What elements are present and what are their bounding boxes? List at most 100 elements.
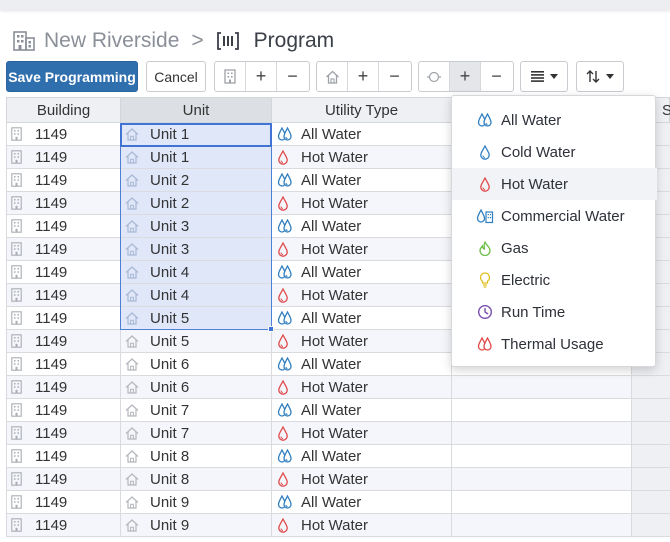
cell-next[interactable] — [632, 514, 670, 536]
hot-water-icon — [277, 149, 293, 165]
cell-unit[interactable]: Unit 4 — [121, 284, 272, 306]
sort-dropdown[interactable] — [576, 61, 624, 92]
cell-building[interactable]: 1149 — [6, 169, 121, 191]
menu-item-label: Commercial Water — [501, 207, 625, 225]
cell-utility-text: Hot Water — [301, 194, 368, 212]
add-building-button[interactable]: + — [246, 62, 277, 91]
cell-building[interactable]: 1149 — [6, 215, 121, 237]
home-icon — [125, 380, 141, 394]
cell-building[interactable]: 1149 — [6, 399, 121, 421]
cell-building[interactable]: 1149 — [6, 238, 121, 260]
cell-building[interactable]: 1149 — [6, 146, 121, 168]
cell-unit[interactable]: Unit 2 — [121, 192, 272, 214]
cell-building[interactable]: 1149 — [6, 330, 121, 352]
cell-unit[interactable]: Unit 8 — [121, 445, 272, 467]
cell-building[interactable]: 1149 — [6, 307, 121, 329]
cell-utility-type[interactable]: All Water — [272, 123, 452, 145]
cell-blank[interactable] — [452, 468, 632, 490]
menu-item-all-water[interactable]: All Water — [452, 104, 657, 136]
cell-utility-type[interactable]: Hot Water — [272, 468, 452, 490]
cell-utility-type[interactable]: All Water — [272, 353, 452, 375]
cell-building[interactable]: 1149 — [6, 261, 121, 283]
cell-next[interactable] — [632, 376, 670, 398]
menu-item-thermal-usage[interactable]: Thermal Usage — [452, 328, 657, 360]
cell-next[interactable] — [632, 468, 670, 490]
cell-unit[interactable]: Unit 5 — [121, 330, 272, 352]
remove-building-button[interactable]: − — [277, 62, 308, 91]
menu-item-cold-water[interactable]: Cold Water — [452, 136, 657, 168]
column-header-unit[interactable]: Unit — [121, 97, 272, 123]
cell-unit[interactable]: Unit 8 — [121, 468, 272, 490]
cell-unit[interactable]: Unit 3 — [121, 238, 272, 260]
cell-building[interactable]: 1149 — [6, 123, 121, 145]
cell-utility-type[interactable]: Hot Water — [272, 330, 452, 352]
cell-blank[interactable] — [452, 491, 632, 513]
cell-unit[interactable]: Unit 5 — [121, 307, 272, 329]
cell-unit[interactable]: Unit 1 — [121, 146, 272, 168]
menu-item-gas[interactable]: Gas — [452, 232, 657, 264]
column-header-utility-type[interactable]: Utility Type — [272, 97, 452, 123]
cell-building[interactable]: 1149 — [6, 445, 121, 467]
cell-unit[interactable]: Unit 9 — [121, 514, 272, 536]
menu-item-commercial-water[interactable]: Commercial Water — [452, 200, 657, 232]
save-programming-button[interactable]: Save Programming — [6, 61, 138, 92]
cell-next[interactable] — [632, 422, 670, 444]
add-utility-button[interactable]: + — [450, 62, 481, 91]
cell-utility-type[interactable]: All Water — [272, 399, 452, 421]
cell-blank[interactable] — [452, 399, 632, 421]
cell-building[interactable]: 1149 — [6, 192, 121, 214]
remove-unit-button[interactable]: − — [379, 62, 410, 91]
cell-building[interactable]: 1149 — [6, 284, 121, 306]
cell-utility-type[interactable]: Hot Water — [272, 422, 452, 444]
cell-building[interactable]: 1149 — [6, 353, 121, 375]
fill-handle[interactable] — [268, 326, 274, 332]
cell-building[interactable]: 1149 — [6, 376, 121, 398]
cell-unit[interactable]: Unit 6 — [121, 376, 272, 398]
menu-item-electric[interactable]: Electric — [452, 264, 657, 296]
cell-unit[interactable]: Unit 3 — [121, 215, 272, 237]
cell-unit[interactable]: Unit 7 — [121, 399, 272, 421]
cell-utility-type[interactable]: All Water — [272, 445, 452, 467]
building-icon — [12, 29, 36, 53]
menu-item-hot-water[interactable]: Hot Water — [452, 168, 657, 200]
cell-unit[interactable]: Unit 6 — [121, 353, 272, 375]
cell-next[interactable] — [632, 491, 670, 513]
cell-utility-type[interactable]: All Water — [272, 261, 452, 283]
cell-building[interactable]: 1149 — [6, 468, 121, 490]
rows-menu-dropdown[interactable] — [520, 61, 568, 92]
cell-utility-type[interactable]: Hot Water — [272, 284, 452, 306]
cell-building-text: 1149 — [35, 332, 68, 350]
cell-next[interactable] — [632, 399, 670, 421]
cell-building[interactable]: 1149 — [6, 514, 121, 536]
cell-utility-type[interactable]: All Water — [272, 215, 452, 237]
cell-blank[interactable] — [452, 422, 632, 444]
add-unit-button[interactable]: + — [348, 62, 379, 91]
cell-blank[interactable] — [452, 514, 632, 536]
cell-unit[interactable]: Unit 4 — [121, 261, 272, 283]
cell-utility-type[interactable]: Hot Water — [272, 376, 452, 398]
meter-icon — [216, 29, 240, 53]
breadcrumb-parent[interactable]: New Riverside — [44, 29, 179, 53]
remove-utility-button[interactable]: − — [481, 62, 512, 91]
cell-unit[interactable]: Unit 7 — [121, 422, 272, 444]
cell-blank[interactable] — [452, 376, 632, 398]
cell-building-text: 1149 — [35, 401, 68, 419]
commercial-water-icon — [475, 208, 495, 224]
cell-utility-type[interactable]: Hot Water — [272, 238, 452, 260]
cell-utility-type[interactable]: Hot Water — [272, 146, 452, 168]
cancel-button[interactable]: Cancel — [146, 61, 206, 92]
cell-unit[interactable]: Unit 2 — [121, 169, 272, 191]
cell-utility-type[interactable]: All Water — [272, 307, 452, 329]
cell-building[interactable]: 1149 — [6, 491, 121, 513]
column-header-building[interactable]: Building — [6, 97, 121, 123]
cell-utility-type[interactable]: All Water — [272, 491, 452, 513]
cell-blank[interactable] — [452, 445, 632, 467]
cell-unit[interactable]: Unit 1 — [121, 123, 272, 145]
cell-next[interactable] — [632, 445, 670, 467]
cell-utility-type[interactable]: All Water — [272, 169, 452, 191]
menu-item-run-time[interactable]: Run Time — [452, 296, 657, 328]
cell-building[interactable]: 1149 — [6, 422, 121, 444]
cell-utility-type[interactable]: Hot Water — [272, 514, 452, 536]
cell-unit[interactable]: Unit 9 — [121, 491, 272, 513]
cell-utility-type[interactable]: Hot Water — [272, 192, 452, 214]
